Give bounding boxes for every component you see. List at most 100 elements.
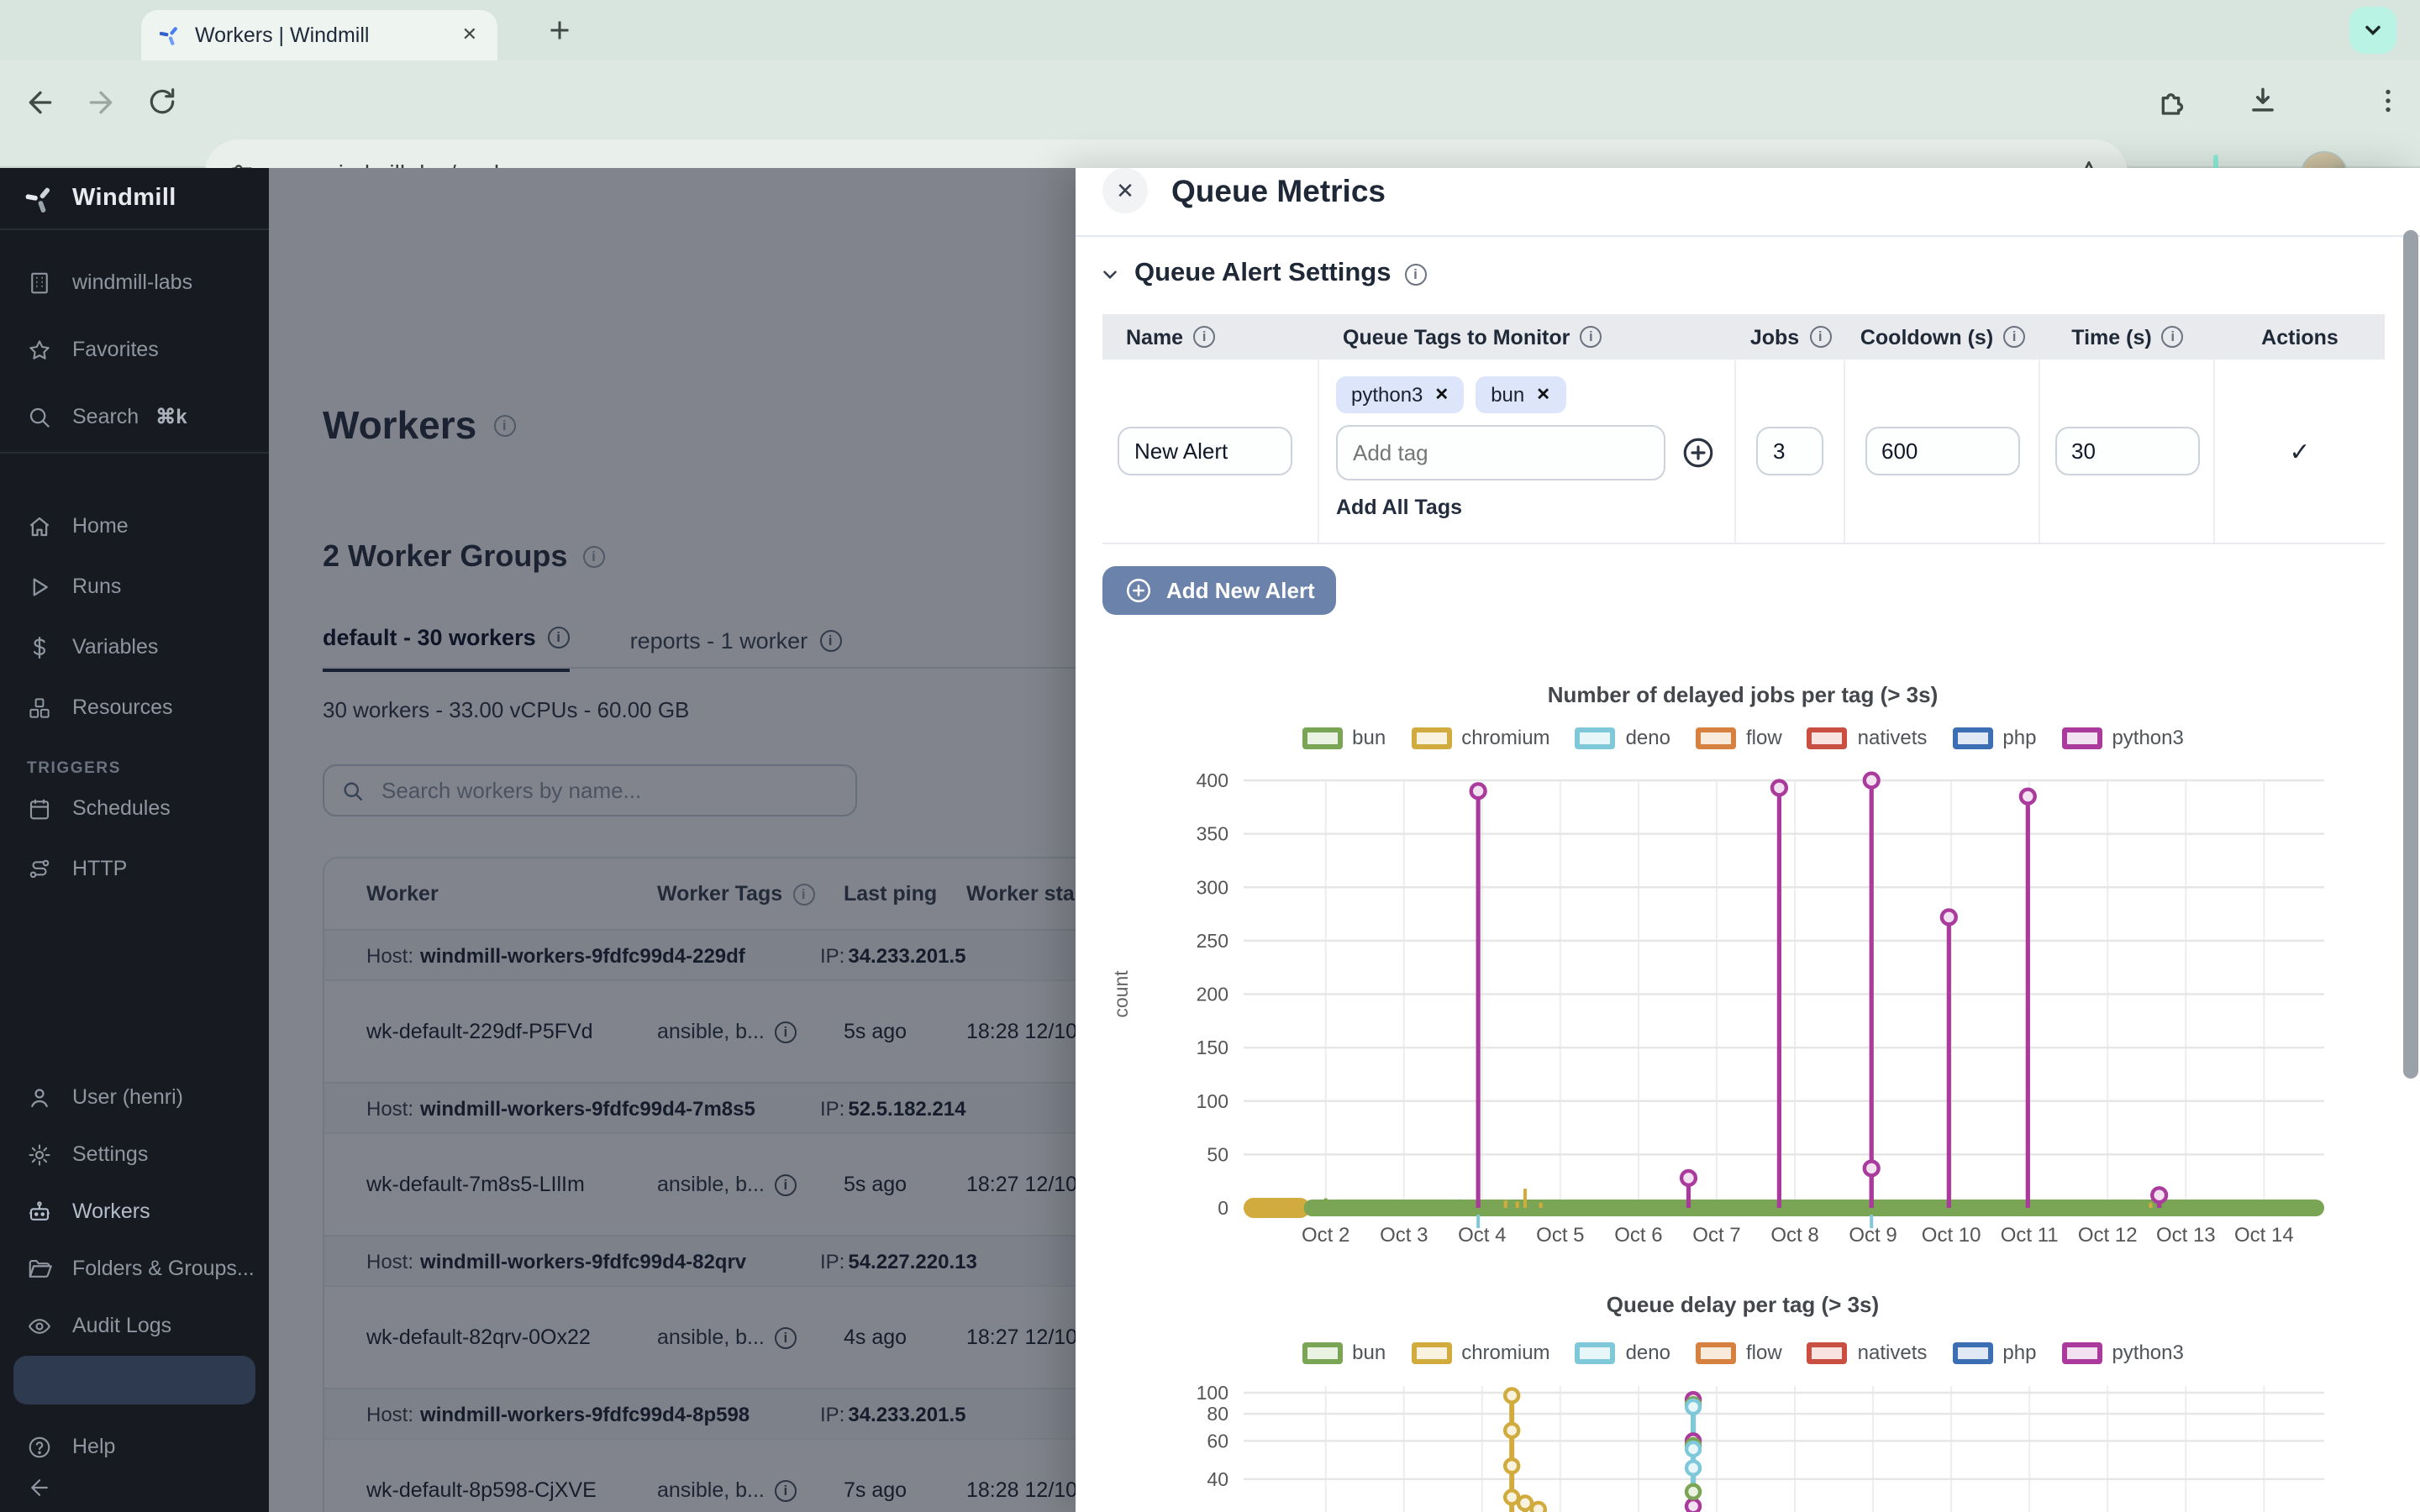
queue-alert-settings-section[interactable]: Queue Alert Settings: [1099, 259, 1426, 289]
alert-name-input[interactable]: [1118, 427, 1292, 475]
legend-item-chromium[interactable]: chromium: [1411, 726, 1549, 749]
sidebar-item-resources[interactable]: Resources: [0, 687, 269, 727]
sidebar-item-workers[interactable]: Workers: [0, 1191, 269, 1231]
app-window: Workers | Windmill ✕ app.windmill.dev/wo…: [0, 0, 2420, 1512]
svg-text:Oct 2: Oct 2: [1302, 1224, 1349, 1247]
legend-item-php[interactable]: php: [1952, 726, 2036, 749]
cooldown-input[interactable]: [1865, 427, 2019, 475]
legend-swatch: [2061, 1341, 2102, 1363]
sidebar-item-workspace[interactable]: windmill-labs: [0, 262, 269, 302]
sidebar-item-variables[interactable]: Variables: [0, 627, 269, 667]
legend-item-bun[interactable]: bun: [1302, 726, 1386, 749]
legend-item-nativets[interactable]: nativets: [1807, 726, 1928, 749]
col-name: Name: [1126, 325, 1183, 349]
browser-tab[interactable]: Workers | Windmill ✕: [141, 10, 497, 60]
chart2-legend: bun chromium deno flow nativets php python3: [1104, 1341, 2381, 1364]
extensions-icon[interactable]: [2156, 84, 2190, 118]
svg-text:100: 100: [1197, 1386, 1228, 1404]
menu-kebab-icon[interactable]: [2373, 86, 2403, 116]
tab-search-button[interactable]: [2349, 7, 2396, 54]
add-tag-input[interactable]: [1336, 425, 1665, 480]
route-icon: [27, 856, 52, 881]
legend-label: deno: [1626, 726, 1670, 749]
legend-item-flow[interactable]: flow: [1696, 726, 1782, 749]
tag-pills: python3✕bun✕: [1336, 376, 1734, 413]
legend-item-deno[interactable]: deno: [1576, 1341, 1670, 1364]
info-icon[interactable]: [2003, 326, 2025, 348]
drawer-close-button[interactable]: ✕: [1102, 168, 1148, 213]
svg-text:Oct 8: Oct 8: [1770, 1224, 1818, 1247]
info-icon[interactable]: [1404, 263, 1426, 285]
sidebar-item-audit-logs[interactable]: Audit Logs: [0, 1305, 269, 1346]
sidebar-collapse-button[interactable]: [0, 1467, 269, 1507]
svg-text:Oct 5: Oct 5: [1536, 1224, 1584, 1247]
svg-text:300: 300: [1197, 876, 1228, 898]
alert-table: Name Queue Tags to Monitor Jobs Cooldown…: [1102, 314, 2385, 544]
col-time: Time (s): [2071, 325, 2151, 349]
sidebar-item-http[interactable]: HTTP: [0, 848, 269, 889]
confirm-check-icon[interactable]: ✓: [2289, 436, 2310, 466]
search-shortcut: ⌘k: [155, 405, 187, 428]
sidebar-item-label: Help: [72, 1435, 115, 1458]
sidebar-item-help[interactable]: Help: [0, 1426, 269, 1467]
user-icon: [27, 1084, 52, 1110]
time-input[interactable]: [2054, 427, 2199, 475]
tab-title: Workers | Windmill: [195, 24, 459, 47]
legend-item-chromium[interactable]: chromium: [1411, 1341, 1549, 1364]
help-icon: [27, 1434, 52, 1459]
add-new-alert-button[interactable]: Add New Alert: [1102, 566, 1337, 615]
svg-text:Oct 10: Oct 10: [1922, 1224, 1981, 1247]
drawer-scrollbar[interactable]: [2403, 230, 2418, 1079]
add-all-tags-link[interactable]: Add All Tags: [1336, 496, 1734, 519]
legend-swatch: [1411, 1341, 1451, 1363]
sidebar-item-label: Audit Logs: [72, 1314, 171, 1337]
chevron-down-icon: [2361, 18, 2385, 42]
legend-item-flow[interactable]: flow: [1696, 1341, 1782, 1364]
info-icon[interactable]: [1580, 326, 1602, 348]
legend-item-php[interactable]: php: [1952, 1341, 2036, 1364]
info-icon[interactable]: [2162, 326, 2184, 348]
svg-text:100: 100: [1197, 1090, 1228, 1112]
info-icon[interactable]: [1809, 326, 1831, 348]
new-tab-button[interactable]: [544, 15, 575, 45]
svg-text:count: count: [1110, 970, 1132, 1018]
sidebar-item-home[interactable]: Home: [0, 506, 269, 546]
legend-item-python3[interactable]: python3: [2061, 726, 2183, 749]
sidebar-item-folders-groups[interactable]: Folders & Groups...: [0, 1248, 269, 1289]
tab-close-icon[interactable]: ✕: [459, 23, 481, 48]
home-icon: [27, 513, 52, 538]
sidebar-item-search[interactable]: Search ⌘k: [0, 396, 269, 437]
queue-tag-pill: bun✕: [1476, 376, 1565, 413]
drawer-divider: [1076, 235, 2420, 237]
legend-item-deno[interactable]: deno: [1576, 726, 1670, 749]
eye-icon: [27, 1313, 52, 1338]
jobs-input[interactable]: [1756, 427, 1823, 475]
remove-tag-icon[interactable]: ✕: [1434, 386, 1449, 404]
building-icon: [27, 270, 52, 295]
sidebar-item-user[interactable]: User (henri): [0, 1077, 269, 1117]
info-icon[interactable]: [1193, 326, 1215, 348]
calendar-icon: [27, 795, 52, 821]
legend-item-nativets[interactable]: nativets: [1807, 1341, 1928, 1364]
add-tag-plus-icon[interactable]: [1681, 435, 1716, 470]
sidebar-item-label: Settings: [72, 1142, 148, 1166]
download-icon[interactable]: [2247, 84, 2279, 116]
sidebar-item-favorites[interactable]: Favorites: [0, 329, 269, 370]
sidebar-item-schedules[interactable]: Schedules: [0, 788, 269, 828]
cubes-icon: [27, 695, 52, 720]
remove-tag-icon[interactable]: ✕: [1536, 386, 1550, 404]
sidebar-item-runs[interactable]: Runs: [0, 566, 269, 606]
sidebar-item-label: Resources: [72, 696, 173, 719]
plus-circle-icon: [1124, 576, 1153, 605]
sidebar-item-settings[interactable]: Settings: [0, 1134, 269, 1174]
svg-text:80: 80: [1207, 1403, 1228, 1425]
sidebar-logo[interactable]: Windmill: [0, 168, 269, 228]
browser-tabstrip: Workers | Windmill ✕: [0, 0, 2420, 60]
sidebar-item-label: Schedules: [72, 796, 171, 820]
forward-icon[interactable]: [84, 86, 118, 119]
legend-item-bun[interactable]: bun: [1302, 1341, 1386, 1364]
svg-text:400: 400: [1197, 769, 1228, 791]
back-icon[interactable]: [24, 86, 57, 119]
legend-item-python3[interactable]: python3: [2061, 1341, 2183, 1364]
reload-icon[interactable]: [146, 86, 178, 118]
